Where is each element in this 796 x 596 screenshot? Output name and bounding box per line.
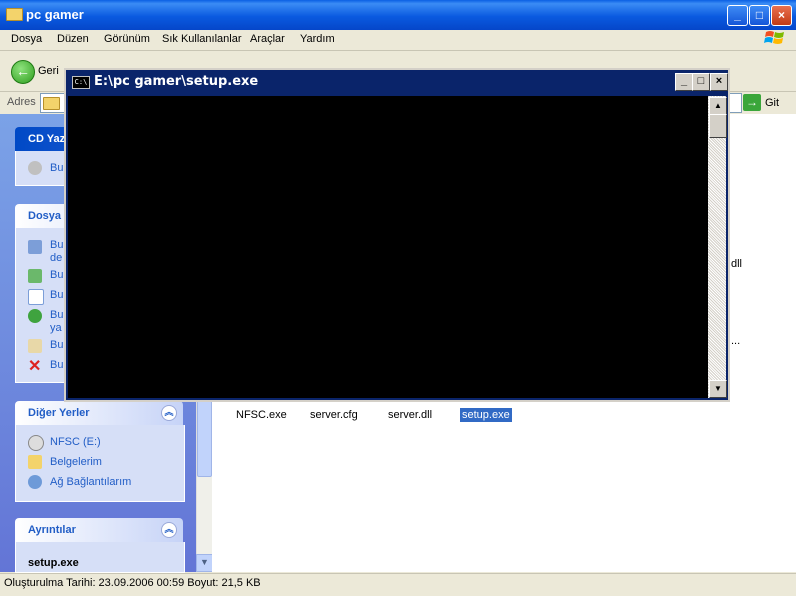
menu-favorites[interactable]: Sık Kullanılanlar xyxy=(162,33,242,45)
menu-dosya[interactable]: Dosya xyxy=(11,33,42,45)
console-icon: C:\ xyxy=(72,76,90,89)
menu-yardim[interactable]: Yardım xyxy=(300,33,335,45)
file-task-item[interactable]: Bu xyxy=(50,289,63,301)
minimize-button[interactable]: _ xyxy=(727,5,748,26)
file-item-selected[interactable]: setup.exe xyxy=(460,408,512,422)
scroll-down-icon[interactable]: ▼ xyxy=(709,380,727,398)
scroll-up-icon[interactable]: ▲ xyxy=(709,97,727,115)
windows-logo-icon xyxy=(764,31,784,44)
folder-icon xyxy=(43,97,60,110)
back-button-label[interactable]: Geri xyxy=(38,65,59,77)
console-maximize-button[interactable]: □ xyxy=(692,73,710,91)
go-arrow-icon[interactable]: → xyxy=(743,94,761,111)
file-task-item[interactable]: Bu xyxy=(50,339,63,351)
other-places-title: Diğer Yerler xyxy=(28,407,90,419)
window-title: pc gamer xyxy=(26,7,84,22)
console-close-button[interactable]: × xyxy=(710,73,728,91)
folder-icon xyxy=(6,8,23,21)
console-title: E:\pc gamer\setup.exe xyxy=(94,74,259,89)
menu-gorunum[interactable]: Görünüm xyxy=(104,33,150,45)
menu-duzen[interactable]: Düzen xyxy=(57,33,89,45)
publish-web-icon xyxy=(28,309,42,323)
file-item[interactable]: server.cfg xyxy=(310,409,358,421)
other-place-item[interactable]: NFSC (E:) xyxy=(50,436,101,448)
cd-panel-item[interactable]: Bu xyxy=(50,162,63,174)
my-documents-icon xyxy=(28,455,42,469)
go-button-label[interactable]: Git xyxy=(765,97,779,109)
console-screen[interactable] xyxy=(68,96,708,398)
cd-panel-title: CD Yaz xyxy=(28,133,66,145)
collapse-icon[interactable]: ︽ xyxy=(161,405,177,421)
explorer-titlebar[interactable] xyxy=(0,0,796,30)
menu-araclar[interactable]: Araçlar xyxy=(250,33,285,45)
file-task-item[interactable]: Bu xyxy=(50,269,63,281)
back-arrow-icon[interactable]: ← xyxy=(11,60,35,84)
status-text: Oluşturulma Tarihi: 23.09.2006 00:59 Boy… xyxy=(4,577,261,589)
console-minimize-button[interactable]: _ xyxy=(675,73,693,91)
scroll-down-icon[interactable]: ▼ xyxy=(196,554,213,572)
other-place-item[interactable]: Ağ Bağlantılarım xyxy=(50,476,131,488)
file-task-item[interactable]: Bu ya xyxy=(50,309,63,335)
details-filename: setup.exe xyxy=(28,557,79,569)
close-button[interactable]: × xyxy=(771,5,792,26)
partial-file-label: ... xyxy=(731,335,741,347)
partial-file-label: dll xyxy=(731,258,743,270)
console-scroll-thumb[interactable] xyxy=(709,114,727,138)
cd-icon xyxy=(28,161,42,175)
address-label: Adres xyxy=(7,96,36,108)
file-task-item[interactable]: Bu de xyxy=(50,239,63,265)
other-places-header[interactable]: Diğer Yerler ︽ xyxy=(15,401,183,425)
network-icon xyxy=(28,475,42,489)
collapse-icon[interactable]: ︽ xyxy=(161,522,177,538)
maximize-button[interactable]: □ xyxy=(749,5,770,26)
console-scrollbar[interactable] xyxy=(708,96,726,398)
file-task-item[interactable]: Bu xyxy=(50,359,63,371)
move-icon xyxy=(28,269,42,283)
delete-icon: ✕ xyxy=(28,358,42,375)
file-panel-title: Dosya xyxy=(28,210,62,222)
file-item[interactable]: NFSC.exe xyxy=(236,409,287,421)
details-header[interactable]: Ayrıntılar ︽ xyxy=(15,518,183,542)
other-place-item[interactable]: Belgelerim xyxy=(50,456,102,468)
copy-icon xyxy=(28,289,44,305)
file-item[interactable]: server.dll xyxy=(388,409,432,421)
email-icon xyxy=(28,339,42,353)
details-title: Ayrıntılar xyxy=(28,524,76,536)
drive-icon xyxy=(28,435,44,451)
rename-icon xyxy=(28,240,42,254)
